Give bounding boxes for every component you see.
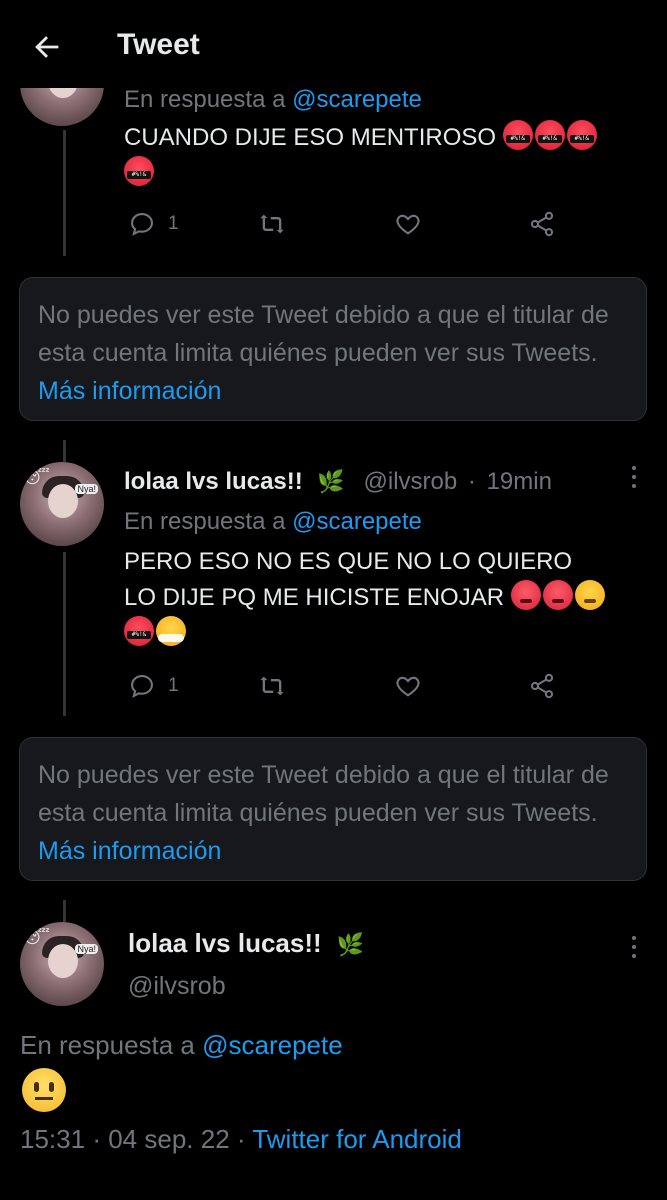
tweet-timestamp-row: 15:31 · 04 sep. 22 · Twitter for Android <box>20 1124 462 1155</box>
tweet-text-line: LO DIJE PQ ME HICISTE ENOJAR <box>124 584 505 611</box>
reply-count: 1 <box>168 675 179 696</box>
limited-tweet-text: No puedes ver este Tweet debido a que el… <box>38 301 609 367</box>
pouting-face-icon <box>510 580 541 610</box>
thread-line <box>63 552 66 716</box>
cursing-face-icon <box>566 120 597 150</box>
reply-to-label: En respuesta a <box>124 86 286 113</box>
reply-to-line: En respuesta a @scarepete <box>124 508 422 536</box>
like-button[interactable] <box>394 206 422 242</box>
avatar-tag: Nya! <box>75 944 98 954</box>
reply-to-line: En respuesta a @scarepete <box>20 1030 343 1061</box>
cursing-face-icon <box>124 616 154 646</box>
share-button[interactable] <box>528 206 556 242</box>
leaf-icon: 🌿 <box>317 469 345 494</box>
heart-icon <box>396 676 420 697</box>
page-title: Tweet <box>117 28 200 61</box>
more-options-icon[interactable] <box>630 466 638 494</box>
limited-tweet-notice: No puedes ver este Tweet debido a que el… <box>19 737 647 881</box>
retweet-button[interactable] <box>258 206 286 242</box>
angry-face-icon <box>574 580 605 610</box>
back-arrow-icon[interactable] <box>30 30 64 64</box>
reply-button[interactable]: 1 <box>128 668 179 704</box>
reply-to-handle[interactable]: @scarepete <box>292 508 422 535</box>
avatar-tag: Nya! <box>75 484 98 494</box>
author-handle[interactable]: @ilvsrob <box>128 972 226 1001</box>
reply-icon <box>131 675 153 698</box>
tweet-source-link[interactable]: Twitter for Android <box>252 1124 462 1154</box>
tweet-text-line: PERO ESO NO ES QUE NO LO QUIERO <box>124 548 573 575</box>
cursing-face-icon <box>124 156 154 186</box>
like-button[interactable] <box>394 668 422 704</box>
tweet-text: CUANDO DIJE ESO MENTIROSO <box>124 120 644 192</box>
tweet-time[interactable]: 19min <box>487 468 552 495</box>
heart-icon <box>396 214 420 235</box>
share-icon <box>530 673 554 699</box>
cursing-face-icon <box>534 120 565 150</box>
reply-to-label: En respuesta a <box>124 508 286 535</box>
share-button[interactable] <box>528 668 556 704</box>
author-name[interactable]: lolaa lvs lucas!! <box>128 928 322 958</box>
author-name[interactable]: lolaa lvs lucas!! <box>124 468 303 495</box>
separator: · <box>92 1124 101 1154</box>
avatar-emoji: 😴 <box>24 470 50 487</box>
reply-to-label: En respuesta a <box>20 1030 195 1060</box>
avatar[interactable]: 😴 Nya! <box>20 922 104 1006</box>
tweet-author-row: lolaa lvs lucas!! 🌿 @ilvsrob · 19min <box>124 468 552 496</box>
reply-to-handle[interactable]: @scarepete <box>202 1030 343 1060</box>
author-handle[interactable]: @ilvsrob <box>364 468 458 495</box>
reply-button[interactable]: 1 <box>128 206 179 242</box>
reply-to-handle[interactable]: @scarepete <box>292 86 422 113</box>
avatar[interactable]: 😴 Nya! <box>20 462 104 546</box>
retweet-icon <box>260 676 284 696</box>
thread-line <box>63 130 66 256</box>
cursing-face-icon <box>502 120 533 150</box>
face-with-steam-icon <box>156 616 186 646</box>
reply-icon <box>131 213 153 236</box>
tweet-date: 04 sep. 22 <box>108 1124 230 1154</box>
reply-to-line: En respuesta a @scarepete <box>124 86 422 114</box>
separator: · <box>236 1124 246 1154</box>
separator: · <box>467 468 476 495</box>
more-options-icon[interactable] <box>630 936 638 964</box>
tweet-text-content: CUANDO DIJE ESO MENTIROSO <box>124 124 497 151</box>
tweet-text: PERO ESO NO ES QUE NO LO QUIERO LO DIJE … <box>124 544 654 652</box>
tweet-text <box>22 1068 68 1112</box>
more-info-link[interactable]: Más información <box>38 377 221 405</box>
limited-tweet-notice: No puedes ver este Tweet debido a que el… <box>19 277 647 421</box>
share-icon <box>530 211 554 237</box>
thread-line <box>63 900 66 922</box>
retweet-button[interactable] <box>258 668 286 704</box>
tweet-actions: 1 <box>124 206 564 242</box>
reply-count: 1 <box>168 213 179 234</box>
more-info-link[interactable]: Más información <box>38 837 221 865</box>
leaf-icon: 🌿 <box>336 932 365 957</box>
limited-tweet-text: No puedes ver este Tweet debido a que el… <box>38 761 609 827</box>
author-name-row[interactable]: lolaa lvs lucas!! 🌿 <box>128 928 364 959</box>
tweet-actions: 1 <box>124 668 564 704</box>
tweet-time: 15:31 <box>20 1124 86 1154</box>
top-bar: Tweet <box>0 0 667 88</box>
retweet-icon <box>260 214 284 234</box>
pouting-face-icon <box>542 580 573 610</box>
thread-line <box>63 440 66 462</box>
avatar-emoji: 😴 <box>24 930 50 947</box>
neutral-face-icon <box>22 1068 66 1112</box>
